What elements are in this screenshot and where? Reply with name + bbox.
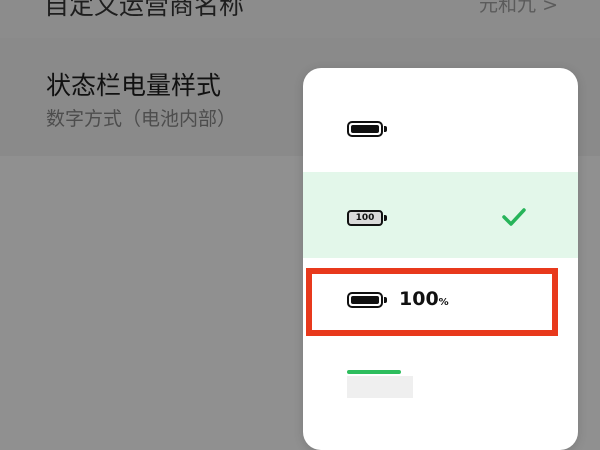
highlight-box [306, 268, 558, 336]
setting-title: 自定义运营商名称 [44, 0, 245, 20]
setting-row-carrier-name[interactable]: 自定义运营商名称 元和九 > [0, 0, 600, 38]
menu-option-icon-only[interactable] [303, 68, 578, 172]
setting-value: 元和九 > [479, 0, 558, 16]
screen: 自定义运营商名称 元和九 > 状态栏电量样式 数字方式（电池内部） 100 10… [0, 0, 600, 450]
check-icon [502, 208, 526, 226]
battery-with-number-icon: 100 [347, 210, 387, 226]
setting-subtitle: 数字方式（电池内部） [46, 108, 237, 130]
battery-bar-icon [347, 370, 413, 398]
battery-style-menu: 100 100% [303, 68, 578, 450]
setting-title: 状态栏电量样式 [46, 71, 222, 100]
menu-option-number-inside[interactable]: 100 [303, 172, 578, 258]
menu-option-bar[interactable] [303, 334, 578, 450]
battery-icon [347, 121, 387, 137]
